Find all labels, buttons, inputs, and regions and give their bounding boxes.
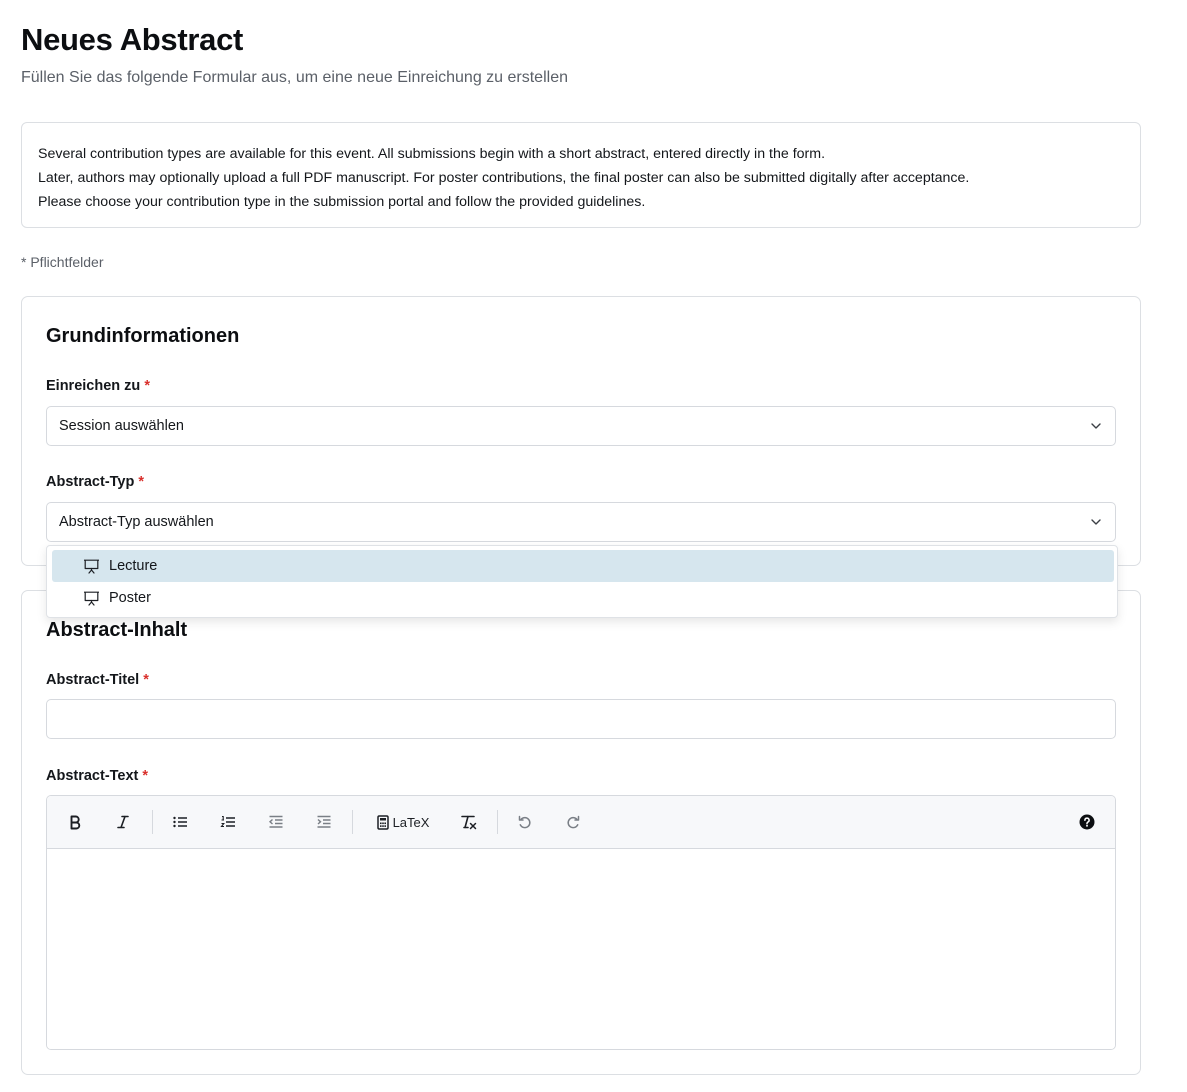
presentation-icon xyxy=(83,558,101,574)
italic-button[interactable] xyxy=(112,810,134,834)
page-subtitle: Füllen Sie das folgende Formular aus, um… xyxy=(21,69,568,86)
option-lecture[interactable]: Lecture xyxy=(52,550,1114,582)
submit-to-label: Einreichen zu * xyxy=(46,378,150,394)
bullet-list-icon xyxy=(173,816,187,828)
redo-button[interactable] xyxy=(562,810,584,834)
bold-button[interactable] xyxy=(64,810,86,834)
required-asterisk: * xyxy=(143,672,149,688)
abstract-text-label-text: Abstract-Text xyxy=(46,768,139,784)
latex-label: LaTeX xyxy=(392,814,430,830)
abstract-content-title: Abstract-Inhalt xyxy=(46,619,188,641)
outdent-icon xyxy=(268,815,283,828)
submit-to-select-value: Session auswählen xyxy=(59,418,184,434)
required-fields-note: * Pflichtfelder xyxy=(21,254,104,270)
numbered-list-button[interactable] xyxy=(217,810,239,834)
info-line-2: Later, authors may optionally upload a f… xyxy=(38,170,970,186)
clear-format-button[interactable] xyxy=(458,810,480,834)
help-icon xyxy=(1079,814,1095,830)
toolbar-divider xyxy=(352,810,353,834)
abstract-title-label: Abstract-Titel * xyxy=(46,672,149,688)
required-asterisk: * xyxy=(142,768,149,784)
presentation-icon xyxy=(83,590,101,606)
latex-button[interactable]: LaTeX xyxy=(374,810,432,834)
toolbar-divider xyxy=(497,810,498,834)
option-lecture-label: Lecture xyxy=(109,558,158,574)
abstract-type-select-value: Abstract-Typ auswählen xyxy=(59,514,214,530)
option-poster-label: Poster xyxy=(109,590,151,606)
abstract-type-dropdown: Lecture Poster xyxy=(46,545,1118,618)
editor-toolbar: LaTeX xyxy=(47,796,1115,849)
outdent-button[interactable] xyxy=(265,810,287,834)
toolbar-divider xyxy=(152,810,153,834)
option-poster[interactable]: Poster xyxy=(52,582,1114,614)
indent-icon xyxy=(317,815,331,828)
abstract-text-label: Abstract-Text * xyxy=(46,768,148,784)
required-asterisk: * xyxy=(138,474,145,490)
help-button[interactable] xyxy=(1076,810,1098,834)
indent-button[interactable] xyxy=(313,810,335,834)
redo-icon xyxy=(567,815,580,829)
abstract-text-editor: LaTeX xyxy=(46,795,1116,1050)
undo-button[interactable] xyxy=(514,810,536,834)
bold-icon xyxy=(70,815,81,830)
abstract-content-card: Abstract-Inhalt Abstract-Titel * Abstrac… xyxy=(21,590,1141,1075)
info-line-3: Please choose your contribution type in … xyxy=(38,194,646,210)
numbered-list-icon xyxy=(220,815,235,828)
clear-format-icon xyxy=(461,815,477,830)
basic-info-title: Grundinformationen xyxy=(46,325,240,347)
abstract-type-label-text: Abstract-Typ xyxy=(46,474,135,490)
page-title: Neues Abstract xyxy=(21,22,244,57)
info-line-1: Several contribution types are available… xyxy=(38,146,826,162)
calculator-icon xyxy=(376,814,389,830)
bullet-list-button[interactable] xyxy=(169,810,191,834)
abstract-title-label-text: Abstract-Titel xyxy=(46,672,140,688)
chevron-down-icon xyxy=(1091,519,1101,525)
chevron-down-icon xyxy=(1091,423,1101,429)
italic-icon xyxy=(117,815,129,829)
submit-to-select[interactable]: Session auswählen xyxy=(46,406,1116,446)
undo-icon xyxy=(518,815,531,829)
abstract-type-label: Abstract-Typ * xyxy=(46,474,144,490)
submit-to-label-text: Einreichen zu xyxy=(46,378,141,394)
abstract-title-input[interactable] xyxy=(46,699,1116,739)
info-box: Several contribution types are available… xyxy=(21,122,1141,228)
required-asterisk: * xyxy=(144,378,150,394)
basic-info-card: Grundinformationen Einreichen zu * Sessi… xyxy=(21,296,1141,566)
abstract-type-select[interactable]: Abstract-Typ auswählen xyxy=(46,502,1116,542)
abstract-text-area[interactable] xyxy=(47,849,1115,1049)
